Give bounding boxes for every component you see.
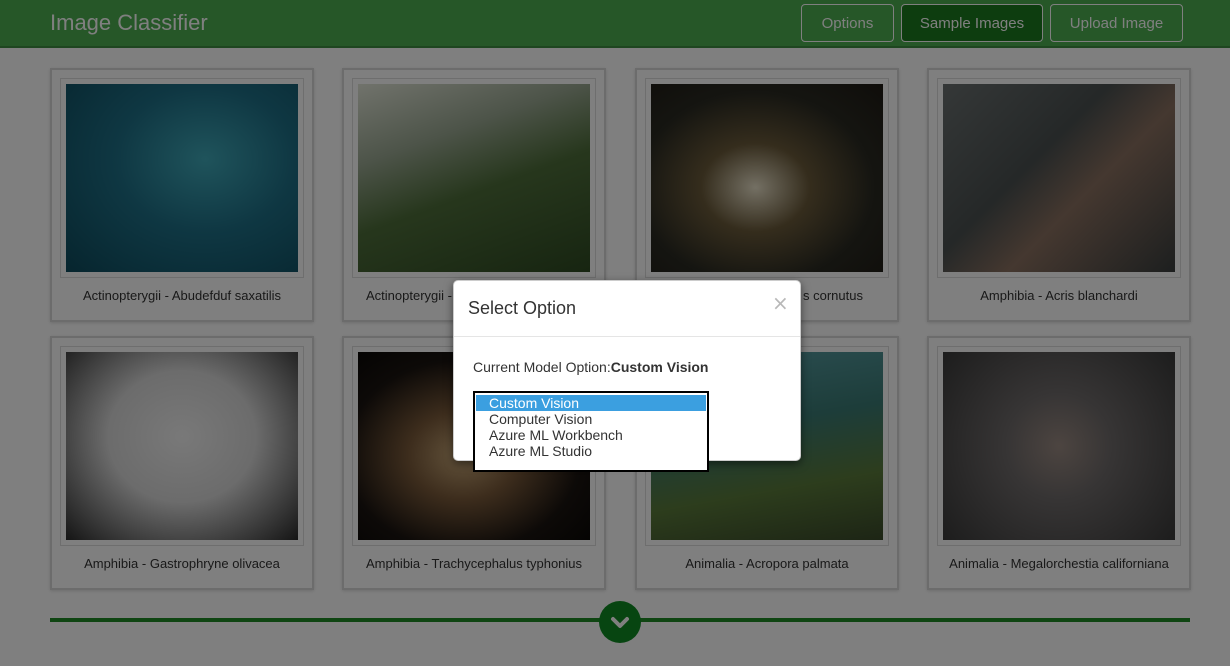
current-model-text: Current Model Option:Custom Vision	[473, 359, 709, 375]
current-model-label: Current Model Option:	[473, 359, 611, 375]
select-option-azure-ml-studio[interactable]: Azure ML Studio	[476, 443, 706, 459]
select-option-custom-vision[interactable]: Custom Vision	[476, 395, 706, 411]
select-option-azure-ml-workbench[interactable]: Azure ML Workbench	[476, 427, 706, 443]
select-option-computer-vision[interactable]: Computer Vision	[476, 411, 706, 427]
modal-header: Select Option ×	[454, 281, 800, 337]
current-model-value: Custom Vision	[610, 359, 709, 375]
close-icon[interactable]: ×	[772, 291, 789, 315]
modal-title: Select Option	[468, 298, 577, 318]
model-option-select[interactable]: Custom Vision Computer Vision Azure ML W…	[473, 391, 709, 472]
